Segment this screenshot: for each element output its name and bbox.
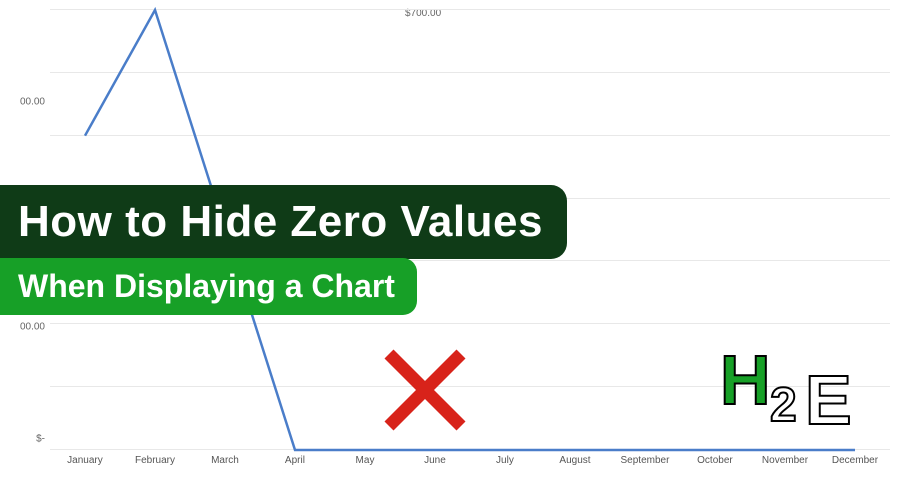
title-banner-primary: How to Hide Zero Values [0, 185, 567, 259]
x-mark-icon [380, 345, 470, 435]
x-tick-oct: October [697, 455, 733, 466]
x-tick-jul: July [496, 455, 514, 466]
x-tick-jan: January [67, 455, 103, 466]
logo: H 2 E [720, 340, 870, 450]
y-tick-0: $- [36, 434, 45, 445]
title-banner-secondary: When Displaying a Chart [0, 258, 417, 315]
x-tick-nov: November [762, 455, 808, 466]
logo-letter-h: H [720, 340, 771, 420]
logo-number-2: 2 [770, 378, 797, 433]
x-tick-jun: June [424, 455, 446, 466]
x-tick-apr: April [285, 455, 305, 466]
x-tick-may: May [356, 455, 375, 466]
x-axis: January February March April May June Ju… [50, 450, 890, 480]
x-tick-aug: August [559, 455, 590, 466]
x-tick-feb: February [135, 455, 175, 466]
y-tick-3: 00.00 [20, 96, 45, 107]
x-tick-dec: December [832, 455, 878, 466]
x-tick-mar: March [211, 455, 239, 466]
logo-letter-e: E [805, 360, 852, 440]
y-tick-1: 00.00 [20, 321, 45, 332]
x-tick-sep: September [621, 455, 670, 466]
